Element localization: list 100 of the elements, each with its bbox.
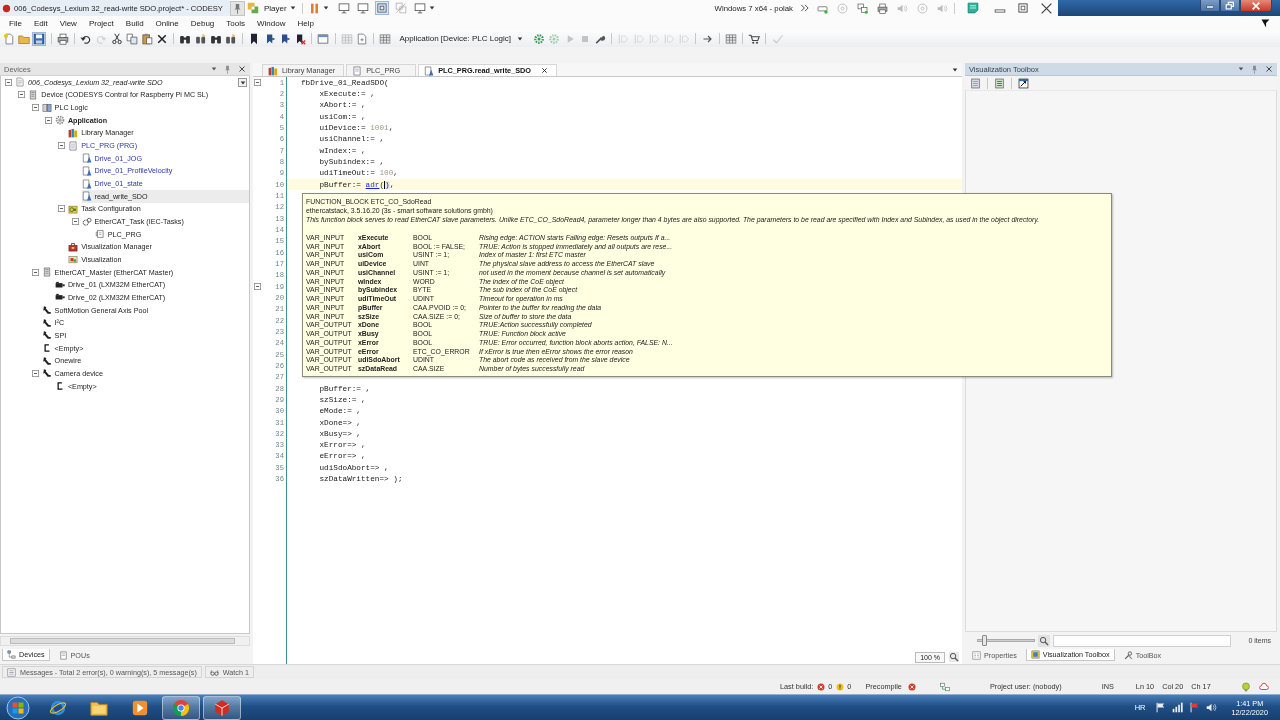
delete-icon[interactable] [156,32,169,45]
caret-icon[interactable] [322,5,329,11]
collapse-icon[interactable] [44,116,52,124]
pin-icon[interactable] [231,1,244,15]
menu-item[interactable]: View [59,18,77,28]
menu-item[interactable]: Project [88,18,114,28]
grid-icon[interactable] [724,32,737,45]
collapse-icon[interactable] [5,78,12,86]
caret-icon[interactable] [428,5,435,11]
taskbar-button[interactable] [162,695,200,720]
double-chevron-icon[interactable] [800,3,810,13]
close-icon[interactable] [1265,65,1273,73]
start-orb-icon[interactable] [6,695,30,720]
caret-icon [289,5,296,11]
page-icon[interactable] [355,32,368,45]
monitor-icon[interactable] [413,2,426,14]
device-icon [41,267,52,278]
caret-icon[interactable] [952,66,958,73]
menu-item[interactable]: Debug [190,18,215,28]
screen-icon [68,254,79,265]
books-icon [268,65,278,76]
clipboard-icon[interactable] [140,32,153,45]
page-icon [58,650,68,660]
collapse-icon[interactable] [31,369,39,377]
collapse-icon[interactable] [254,283,261,291]
page-icon [81,153,92,164]
menu-item[interactable]: Edit [33,18,48,28]
search-icon[interactable] [949,652,959,662]
menu-item[interactable]: Tools [226,18,245,28]
horizontal-scrollbar[interactable] [0,636,250,646]
window-icon[interactable] [1018,77,1029,89]
caret-icon[interactable] [211,66,217,72]
printer-icon[interactable] [56,32,69,45]
close-icon[interactable] [238,65,246,73]
copy-icon[interactable] [125,32,138,45]
play-icon [131,698,149,717]
books-icon [68,127,79,138]
collapse-icon[interactable] [18,91,26,99]
collapse-icon[interactable] [254,79,261,87]
pin-icon[interactable] [223,64,232,74]
menu-item[interactable]: Build [125,18,144,28]
monitor-icon[interactable] [337,2,350,14]
collapse-icon[interactable] [71,218,79,226]
tree-icon [7,650,16,659]
flag-icon[interactable] [1155,702,1167,713]
floppy-icon[interactable] [33,32,46,45]
collapse-icon[interactable] [58,205,66,213]
error-icon [817,682,826,691]
grid-icon[interactable] [379,32,392,45]
close-button[interactable] [1240,0,1272,12]
check-icon[interactable] [771,32,784,45]
page-icon [68,140,79,151]
menu-item[interactable]: Help [297,18,314,28]
close-icon[interactable] [541,67,548,74]
dropdown-button[interactable] [238,78,247,87]
signal-icon[interactable] [1172,702,1184,713]
frame-icon[interactable] [375,2,388,14]
printer-icon[interactable] [877,2,888,14]
list-icon [7,667,16,677]
search-field[interactable] [1053,634,1231,647]
close-icon [1250,0,1262,11]
page-icon [81,178,92,189]
player-menu-button[interactable]: Player [264,3,296,13]
taskbar-button[interactable] [203,695,241,720]
cart-icon[interactable] [748,32,761,45]
note-icon[interactable] [967,2,979,14]
network-icon [939,681,950,692]
restore-icon[interactable] [1017,2,1029,14]
binoculars-icon[interactable] [225,32,237,45]
flag-icon[interactable] [1189,702,1201,713]
application-dropdown[interactable]: Application [Device: PLC Logic] [397,34,526,43]
scissors-icon[interactable] [110,32,123,45]
restore-icon [1224,0,1236,11]
glasses-icon [209,667,219,677]
speaker-icon[interactable] [1206,702,1218,713]
plug-icon [41,305,52,316]
collapse-icon[interactable] [31,268,39,276]
browser-icon [172,698,190,717]
cube-icon [213,698,231,717]
page-icon[interactable] [970,77,981,89]
page-icon[interactable] [994,77,1005,89]
monitor-icon[interactable] [356,2,369,14]
slider-thumb[interactable] [981,635,987,646]
case-icon [68,241,79,252]
properties-icon [972,650,981,660]
collapse-icon[interactable] [31,104,39,112]
search-icon[interactable] [1038,634,1050,647]
caret-icon[interactable] [1238,66,1244,72]
restore-button[interactable] [1220,0,1240,12]
gear-icon[interactable] [533,32,546,45]
gear-icon [54,115,65,126]
binoculars-icon[interactable] [194,32,207,45]
minimize-button[interactable] [1200,0,1220,12]
collapse-icon[interactable] [58,142,66,150]
plug-icon [41,355,52,366]
menu-item[interactable]: File [9,18,22,28]
menu-item[interactable]: Window [257,18,286,28]
menu-item[interactable]: Online [155,18,179,28]
network-icon[interactable] [857,2,868,14]
close-icon[interactable] [1040,1,1053,15]
